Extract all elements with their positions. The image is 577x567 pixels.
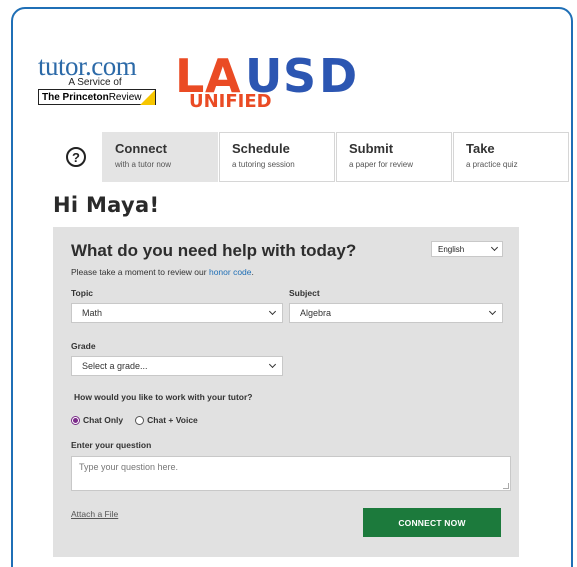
- question-label: Enter your question: [71, 440, 152, 450]
- princeton-flag-icon: [140, 90, 155, 105]
- princeton-review-badge: The Princeton Review: [38, 89, 156, 105]
- chevron-down-icon: [268, 307, 277, 316]
- tab-title: Connect: [115, 141, 167, 156]
- work-mode-question: How would you like to work with your tut…: [74, 392, 253, 402]
- princeton-bold-text: The Princeton: [42, 91, 109, 103]
- tab-take[interactable]: Take a practice quiz: [453, 132, 569, 182]
- tab-title: Schedule: [232, 141, 290, 156]
- tab-title: Take: [466, 141, 495, 156]
- lausd-letter-d: D: [319, 49, 358, 103]
- work-mode-options: Chat Only Chat + Voice: [71, 415, 198, 425]
- chat-voice-label[interactable]: Chat + Voice: [147, 415, 198, 425]
- tab-subtitle: a tutoring session: [232, 160, 295, 169]
- honor-code-notice: Please take a moment to review our honor…: [71, 267, 254, 277]
- tab-title: Submit: [349, 141, 394, 156]
- chat-voice-radio[interactable]: [135, 415, 145, 425]
- app-frame: tutor.com A Service of The Princeton Rev…: [11, 7, 573, 567]
- intro-end: .: [251, 267, 254, 277]
- princeton-rest-text: Review: [108, 91, 142, 103]
- chevron-down-icon: [268, 360, 277, 369]
- tutor-com-wordmark: tutor.com: [38, 51, 137, 81]
- tutor-com-logo: tutor.com A Service of The Princeton Rev…: [38, 51, 168, 105]
- help-button[interactable]: ?: [50, 132, 102, 182]
- language-select[interactable]: English: [431, 241, 503, 257]
- question-placeholder: Type your question here.: [79, 462, 179, 472]
- chat-only-label[interactable]: Chat Only: [83, 415, 123, 425]
- honor-code-link[interactable]: honor code: [209, 267, 252, 277]
- subject-select[interactable]: Algebra: [289, 303, 503, 323]
- grade-select[interactable]: Select a grade...: [71, 356, 283, 376]
- intro-text: Please take a moment to review our: [71, 267, 209, 277]
- grade-value: Select a grade...: [82, 361, 148, 371]
- connect-now-button[interactable]: CONNECT NOW: [363, 508, 501, 537]
- attach-file-link[interactable]: Attach a File: [71, 509, 118, 519]
- resize-handle-icon[interactable]: [503, 483, 509, 489]
- greeting-heading: Hi Maya!: [53, 193, 160, 217]
- question-textarea[interactable]: Type your question here.: [71, 456, 511, 491]
- lausd-letter-s: S: [283, 49, 317, 103]
- topic-select[interactable]: Math: [71, 303, 283, 323]
- service-of-label: A Service of: [68, 77, 122, 88]
- main-nav: ? Connect with a tutor now Schedule a tu…: [50, 132, 570, 182]
- help-icon: ?: [66, 147, 86, 167]
- topic-value: Math: [82, 308, 103, 318]
- form-heading: What do you need help with today?: [71, 241, 357, 260]
- chat-only-radio[interactable]: [71, 415, 80, 425]
- subject-value: Algebra: [300, 308, 332, 318]
- tab-schedule[interactable]: Schedule a tutoring session: [219, 132, 335, 182]
- language-value: English: [438, 245, 465, 254]
- tab-subtitle: a practice quiz: [466, 160, 518, 169]
- help-request-panel: What do you need help with today? Please…: [53, 227, 519, 557]
- tab-submit[interactable]: Submit a paper for review: [336, 132, 452, 182]
- subject-label: Subject: [289, 288, 320, 298]
- chevron-down-icon: [488, 307, 497, 316]
- lausd-logo: L A U S D UNIFIED: [175, 49, 358, 113]
- tab-connect[interactable]: Connect with a tutor now: [102, 132, 218, 182]
- chevron-down-icon: [490, 243, 499, 252]
- tab-subtitle: with a tutor now: [115, 160, 172, 169]
- grade-label: Grade: [71, 341, 96, 351]
- tab-subtitle: a paper for review: [349, 160, 414, 169]
- topic-label: Topic: [71, 288, 94, 298]
- lausd-unified-text: UNIFIED: [189, 91, 272, 112]
